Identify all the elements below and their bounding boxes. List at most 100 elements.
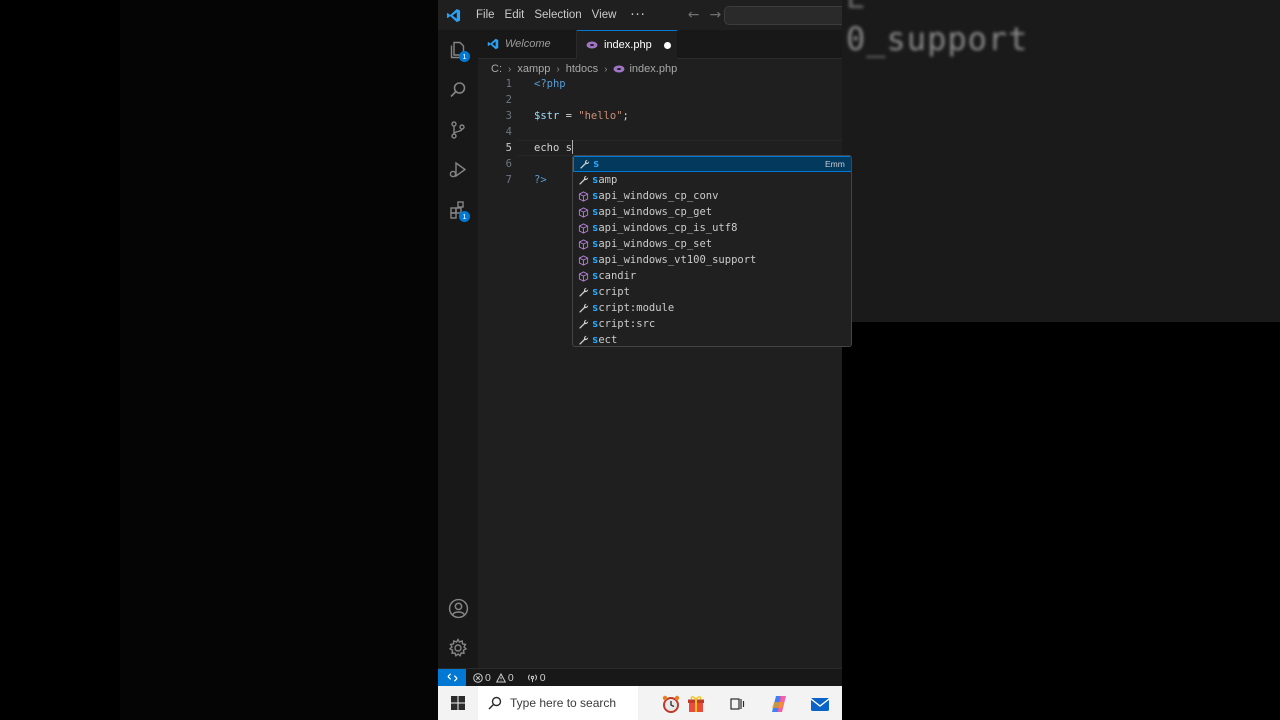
arrow-left-icon[interactable]: ←	[688, 7, 700, 23]
background-blurred-text: 0_support	[846, 20, 1029, 58]
php-icon	[586, 40, 598, 50]
text-cursor	[571, 140, 573, 154]
error-icon	[473, 672, 483, 683]
suggestion-item[interactable]: s api_windows_cp_conv	[573, 188, 851, 204]
code-text: ?>	[534, 174, 547, 186]
suggestion-rest: api_windows_vt100_support	[598, 254, 757, 266]
more-menu-icon[interactable]: ···	[630, 8, 645, 23]
menu-selection[interactable]: Selection	[534, 9, 581, 21]
background-left	[120, 0, 438, 720]
suggestion-item[interactable]: s Emm	[573, 156, 851, 172]
suggestion-item[interactable]: s cript:module	[573, 300, 851, 316]
code-text: $str = "hello";	[534, 108, 629, 124]
suggestion-item[interactable]: s api_windows_cp_get	[573, 204, 851, 220]
taskbar-search-placeholder: Type here to search	[510, 696, 617, 710]
warning-count: 0	[507, 671, 514, 684]
breadcrumb-htdocs[interactable]: htdocs	[566, 63, 598, 75]
tab-welcome[interactable]: Welcome	[478, 30, 577, 58]
warning-icon	[495, 672, 506, 682]
chevron-right-icon: ›	[556, 63, 560, 75]
suggestion-item[interactable]: s amp	[573, 172, 851, 188]
gear-icon[interactable]	[438, 628, 478, 668]
vscode-logo-icon	[438, 0, 468, 30]
alarm-clock-icon[interactable]	[660, 693, 682, 715]
menu-file[interactable]: File	[476, 9, 495, 21]
breadcrumb-file[interactable]: index.php	[613, 63, 677, 75]
suggestion-item[interactable]: s cript:src	[573, 316, 851, 332]
remote-indicator-icon[interactable]	[438, 668, 466, 687]
vscode-window: File Edit Selection View ··· ← → 1 1 Wel…	[438, 0, 842, 720]
error-count: 0	[485, 671, 491, 684]
wrench-icon	[576, 303, 590, 314]
suggestion-item[interactable]: s api_windows_vt100_support	[573, 252, 851, 268]
unsaved-dot-icon[interactable]	[663, 41, 671, 49]
run-debug-icon[interactable]	[438, 150, 478, 190]
suggestion-item[interactable]: s ect	[573, 332, 851, 346]
source-control-icon[interactable]	[438, 110, 478, 150]
tab-index-php[interactable]: index.php	[577, 30, 677, 59]
suggestion-item[interactable]: s cript	[573, 284, 851, 300]
tab-label: index.php	[604, 39, 652, 51]
taskbar-search-box[interactable]: Type here to search	[478, 686, 638, 720]
line-number: 1	[505, 78, 512, 90]
menu-view[interactable]: View	[592, 9, 617, 21]
code-variable: $str	[534, 110, 560, 122]
breadcrumb-xampp[interactable]: xampp	[517, 63, 550, 75]
line-number: 6	[505, 158, 512, 170]
code-semicolon: ;	[622, 110, 629, 122]
extensions-icon[interactable]: 1	[438, 190, 478, 230]
code-line: 2	[478, 92, 842, 108]
copilot-icon[interactable]	[768, 693, 790, 715]
breadcrumb-file-label: index.php	[629, 63, 678, 75]
account-icon[interactable]	[438, 588, 478, 628]
activity-bar: 1 1	[438, 30, 478, 668]
menu-edit[interactable]: Edit	[505, 9, 525, 21]
suggest-widget: s Emm s amp s api_windows_cp_conv s api_win…	[572, 155, 852, 347]
extensions-badge: 1	[459, 211, 470, 222]
suggestion-rest: amp	[598, 174, 618, 186]
status-bar: 0 0 0	[438, 668, 842, 687]
line-number: 7	[505, 174, 512, 186]
task-view-icon[interactable]	[726, 693, 748, 715]
code-text: <?php	[534, 78, 566, 90]
ports-indicator[interactable]: 0	[527, 672, 546, 684]
vscode-icon	[487, 38, 499, 50]
windows-start-icon[interactable]	[438, 686, 478, 720]
suggestion-rest: cript	[598, 286, 630, 298]
mail-icon[interactable]	[809, 693, 831, 715]
line-number: 2	[505, 94, 512, 106]
suggestion-rest: api_windows_cp_is_utf8	[598, 222, 738, 234]
gift-icon[interactable]	[685, 693, 707, 715]
chevron-right-icon: ›	[508, 63, 512, 75]
arrow-right-icon[interactable]: →	[710, 7, 722, 23]
explorer-badge: 1	[459, 51, 470, 62]
files-icon[interactable]: 1	[438, 30, 478, 70]
search-icon	[488, 696, 502, 710]
suggestion-item[interactable]: s candir	[573, 268, 851, 284]
problems-indicator[interactable]: 0 0	[473, 672, 514, 684]
line-number: 3	[505, 110, 512, 122]
chevron-right-icon: ›	[604, 63, 608, 75]
suggestion-rest: cript:module	[598, 302, 675, 314]
suggestion-item[interactable]: s api_windows_cp_is_utf8	[573, 220, 851, 236]
breadcrumb-drive[interactable]: C:	[491, 63, 502, 75]
code-line: 3 $str = "hello";	[478, 108, 842, 124]
cube-icon	[576, 254, 590, 266]
code-operator: =	[559, 110, 579, 122]
command-center-search[interactable]	[724, 6, 842, 25]
code-keyword: echo	[534, 142, 560, 154]
code-typed-text: s	[559, 142, 572, 154]
search-icon[interactable]	[438, 70, 478, 110]
broadcast-icon	[527, 674, 537, 683]
wrench-icon	[576, 175, 590, 186]
editor-tabs: Welcome index.php	[478, 30, 842, 59]
wrench-icon	[576, 287, 590, 298]
suggestion-item[interactable]: s api_windows_cp_set	[573, 236, 851, 252]
code-text: echo s	[534, 140, 573, 156]
code-line: 1 <?php	[478, 76, 842, 92]
background-blurred-text-top: E	[846, 0, 865, 16]
wrench-icon	[576, 319, 590, 330]
suggestion-rest: api_windows_cp_get	[598, 206, 713, 218]
code-line-active: 5 echo s	[478, 140, 842, 156]
suggestion-detail: Emm	[825, 159, 845, 169]
